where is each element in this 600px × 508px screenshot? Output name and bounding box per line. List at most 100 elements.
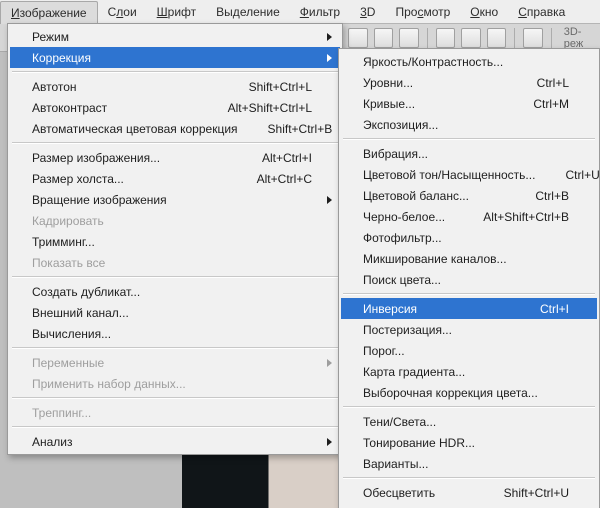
menu-item-label: Постеризация... bbox=[363, 323, 569, 337]
menu-item-label: Размер холста... bbox=[32, 172, 227, 186]
menu-item[interactable]: Уровни...Ctrl+L bbox=[341, 72, 597, 93]
menu-item[interactable]: Вибрация... bbox=[341, 143, 597, 164]
menu-item-shortcut: Alt+Shift+Ctrl+B bbox=[483, 210, 569, 224]
menu-item-label: Варианты... bbox=[363, 457, 569, 471]
menu-item-shortcut: Alt+Ctrl+C bbox=[257, 172, 312, 186]
distribute-button[interactable] bbox=[461, 28, 481, 48]
menu-item[interactable]: Поиск цвета... bbox=[341, 269, 597, 290]
menu-item[interactable]: Создать дубликат... bbox=[10, 281, 340, 302]
menu-item[interactable]: Вращение изображения bbox=[10, 189, 340, 210]
align-button[interactable] bbox=[399, 28, 419, 48]
menu-separator bbox=[12, 276, 338, 278]
menu-item-label: Вибрация... bbox=[363, 147, 569, 161]
mode-label: 3D-реж bbox=[564, 26, 600, 50]
menu-item-label: Обесцветить bbox=[363, 486, 474, 500]
menu-separator bbox=[12, 397, 338, 399]
menu-item: Показать все bbox=[10, 252, 340, 273]
align-button[interactable] bbox=[348, 28, 368, 48]
menu-item[interactable]: ИнверсияCtrl+I bbox=[341, 298, 597, 319]
menu-item[interactable]: Вычисления... bbox=[10, 323, 340, 344]
menu-item[interactable]: Экспозиция... bbox=[341, 114, 597, 135]
menu-item: Кадрировать bbox=[10, 210, 340, 231]
distribute-button[interactable] bbox=[487, 28, 507, 48]
menu-item-shortcut: Ctrl+L bbox=[537, 76, 569, 90]
menu-item[interactable]: Черно-белое... Alt+Shift+Ctrl+B bbox=[341, 206, 597, 227]
menu-item[interactable]: Коррекция bbox=[10, 47, 340, 68]
menu-item-label: Порог... bbox=[363, 344, 569, 358]
menu-separator bbox=[343, 138, 595, 140]
menu-окно[interactable]: Окно bbox=[460, 0, 508, 23]
menu-item-shortcut: Shift+Ctrl+L bbox=[249, 80, 312, 94]
menu-item: Применить набор данных... bbox=[10, 373, 340, 394]
menu-item-label: Микширование каналов... bbox=[363, 252, 569, 266]
menu-item-label: Применить набор данных... bbox=[32, 377, 312, 391]
menu-item[interactable]: Тримминг... bbox=[10, 231, 340, 252]
menubar: ИзображениеСлоиШрифтВыделениеФильтр3DПро… bbox=[0, 0, 600, 24]
menu-separator bbox=[343, 293, 595, 295]
menu-item-label: Черно-белое... bbox=[363, 210, 453, 224]
toolbar-separator bbox=[551, 28, 552, 48]
menu-item[interactable]: Размер изображения...Alt+Ctrl+I bbox=[10, 147, 340, 168]
menu-item-shortcut: Shift+Ctrl+B bbox=[268, 122, 333, 136]
menu-item[interactable]: Фотофильтр... bbox=[341, 227, 597, 248]
menu-item-label: Выборочная коррекция цвета... bbox=[363, 386, 569, 400]
menu-item-label: Тени/Света... bbox=[363, 415, 569, 429]
menu-item-label: Вращение изображения bbox=[32, 193, 312, 207]
menu-item[interactable]: Выборочная коррекция цвета... bbox=[341, 382, 597, 403]
align-button[interactable] bbox=[374, 28, 394, 48]
menu-item[interactable]: Микширование каналов... bbox=[341, 248, 597, 269]
menu-item[interactable]: Постеризация... bbox=[341, 319, 597, 340]
chevron-right-icon bbox=[327, 54, 332, 62]
adjustments-submenu: Яркость/Контрастность...Уровни...Ctrl+LК… bbox=[338, 48, 600, 508]
menu-separator bbox=[12, 347, 338, 349]
menu-item-shortcut: Shift+Ctrl+U bbox=[504, 486, 569, 500]
distribute-button[interactable] bbox=[436, 28, 456, 48]
menu-item[interactable]: Тонирование HDR... bbox=[341, 432, 597, 453]
chevron-right-icon bbox=[327, 33, 332, 41]
menu-item[interactable]: Варианты... bbox=[341, 453, 597, 474]
menu-separator bbox=[12, 426, 338, 428]
menu-item-label: Тонирование HDR... bbox=[363, 436, 569, 450]
menu-item[interactable]: Режим bbox=[10, 26, 340, 47]
menu-item[interactable]: АвтоконтрастAlt+Shift+Ctrl+L bbox=[10, 97, 340, 118]
arrange-button[interactable] bbox=[523, 28, 543, 48]
menu-item[interactable]: Цветовой тон/Насыщенность... Ctrl+U bbox=[341, 164, 597, 185]
menu-item[interactable]: Цветовой баланс...Ctrl+B bbox=[341, 185, 597, 206]
menu-item[interactable]: Порог... bbox=[341, 340, 597, 361]
image-menu: Режим Коррекция АвтотонShift+Ctrl+LАвтокон… bbox=[7, 23, 343, 455]
menu-изображение[interactable]: Изображение bbox=[0, 1, 98, 24]
menu-item[interactable]: Кривые...Ctrl+M bbox=[341, 93, 597, 114]
menu-item-shortcut: Alt+Shift+Ctrl+L bbox=[228, 101, 312, 115]
menu-справка[interactable]: Справка bbox=[508, 0, 575, 23]
menu-item[interactable]: АвтотонShift+Ctrl+L bbox=[10, 76, 340, 97]
menu-item-label: Яркость/Контрастность... bbox=[363, 55, 569, 69]
menu-item-label: Коррекция bbox=[32, 51, 312, 65]
menu-шрифт[interactable]: Шрифт bbox=[147, 0, 206, 23]
menu-item[interactable]: Внешний канал... bbox=[10, 302, 340, 323]
menu-item-label: Поиск цвета... bbox=[363, 273, 569, 287]
menu-просмотр[interactable]: Просмотр bbox=[385, 0, 460, 23]
menu-item-shortcut: Ctrl+U bbox=[565, 168, 599, 182]
menu-item-label: Тримминг... bbox=[32, 235, 312, 249]
menu-item-label: Размер изображения... bbox=[32, 151, 232, 165]
menu-item[interactable]: Тени/Света... bbox=[341, 411, 597, 432]
menu-фильтр[interactable]: Фильтр bbox=[290, 0, 350, 23]
menu-item[interactable]: Обесцветить Shift+Ctrl+U bbox=[341, 482, 597, 503]
menu-item[interactable]: Анализ bbox=[10, 431, 340, 452]
menu-item-label: Кривые... bbox=[363, 97, 503, 111]
menu-item-label: Карта градиента... bbox=[363, 365, 569, 379]
menu-item[interactable]: Размер холста... Alt+Ctrl+C bbox=[10, 168, 340, 189]
menu-separator bbox=[343, 406, 595, 408]
toolbar-separator bbox=[514, 28, 515, 48]
menu-item-label: Цветовой тон/Насыщенность... bbox=[363, 168, 535, 182]
menu-3d[interactable]: 3D bbox=[350, 0, 385, 23]
menu-выделение[interactable]: Выделение bbox=[206, 0, 290, 23]
menu-item[interactable]: Яркость/Контрастность... bbox=[341, 51, 597, 72]
menu-separator bbox=[343, 477, 595, 479]
menu-item-shortcut: Ctrl+B bbox=[535, 189, 569, 203]
menu-слои[interactable]: Слои bbox=[98, 0, 147, 23]
menu-item[interactable]: Подобрать цвет... bbox=[341, 503, 597, 508]
menu-item[interactable]: Карта градиента... bbox=[341, 361, 597, 382]
menu-item[interactable]: Автоматическая цветовая коррекцияShift+C… bbox=[10, 118, 340, 139]
menu-item-label: Внешний канал... bbox=[32, 306, 312, 320]
